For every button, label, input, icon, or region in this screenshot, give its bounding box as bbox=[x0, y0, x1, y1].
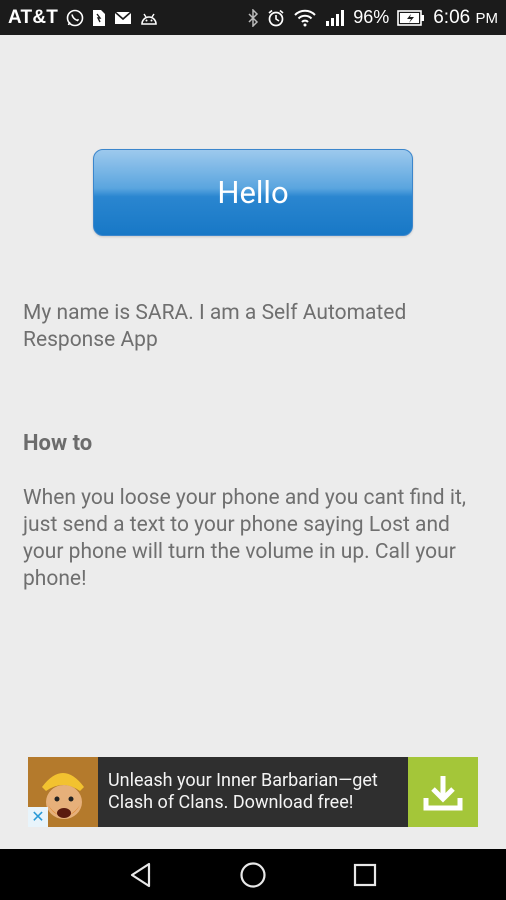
hello-button[interactable]: Hello bbox=[93, 149, 413, 236]
back-button[interactable] bbox=[121, 855, 161, 895]
gmail-icon bbox=[114, 10, 132, 25]
recents-button[interactable] bbox=[345, 855, 385, 895]
battery-percent: 96% bbox=[353, 7, 390, 27]
home-circle-icon bbox=[240, 861, 266, 888]
download-icon bbox=[423, 776, 463, 811]
ad-banner[interactable]: ✕ Unleash your Inner Barbarian—get Clash… bbox=[28, 757, 478, 827]
battery-charging-icon bbox=[397, 9, 425, 26]
navigation-bar bbox=[0, 849, 506, 900]
status-bar: AT&T 96% 6:06 PM bbox=[0, 0, 506, 35]
howto-body-text: When you loose your phone and you cant f… bbox=[23, 486, 466, 591]
home-button[interactable] bbox=[233, 855, 273, 895]
intro-text: My name is SARA. I am a Self Automated R… bbox=[23, 301, 407, 352]
bluetooth-icon bbox=[247, 8, 259, 27]
sim-card-icon bbox=[92, 9, 106, 27]
signal-icon bbox=[325, 9, 345, 27]
status-bar-left: AT&T bbox=[8, 7, 158, 29]
ad-download-button[interactable] bbox=[408, 757, 478, 827]
alarm-icon bbox=[267, 9, 285, 27]
status-bar-right: 96% 6:06 PM bbox=[247, 7, 498, 29]
ad-text[interactable]: Unleash your Inner Barbarian—get Clash o… bbox=[98, 757, 408, 827]
howto-heading: How to bbox=[23, 431, 93, 456]
clock: 6:06 PM bbox=[433, 7, 498, 29]
clock-ampm: PM bbox=[475, 9, 499, 27]
android-icon bbox=[140, 11, 158, 25]
back-triangle-icon bbox=[130, 862, 151, 887]
ad-close-icon[interactable]: ✕ bbox=[28, 807, 48, 827]
wifi-icon bbox=[293, 9, 317, 27]
ad-thumbnail-image: ✕ bbox=[28, 757, 98, 827]
recents-square-icon bbox=[353, 863, 377, 886]
carrier-label: AT&T bbox=[8, 6, 59, 28]
whatsapp-icon bbox=[66, 9, 84, 27]
clock-time: 6:06 bbox=[433, 6, 471, 28]
